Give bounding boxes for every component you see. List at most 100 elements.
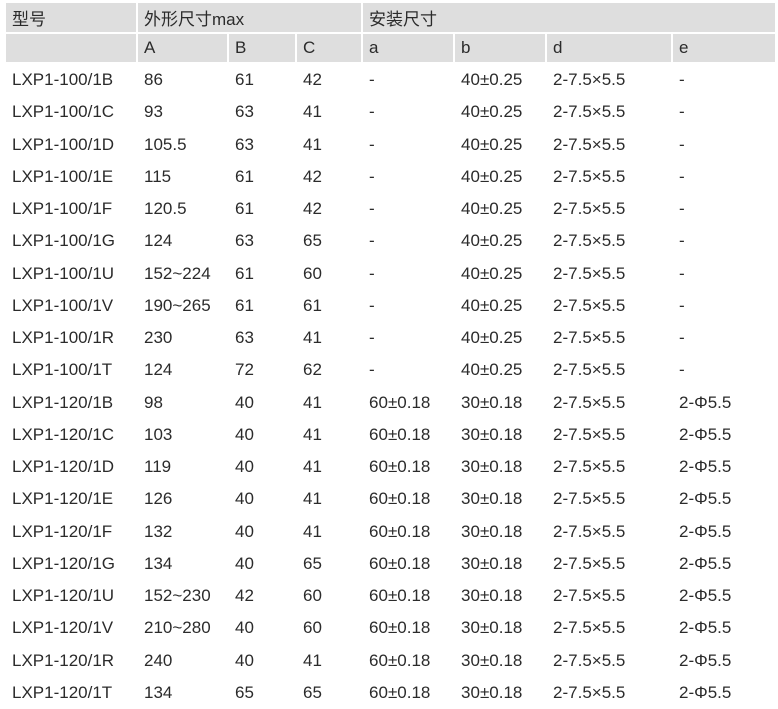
cell-b: 40±0.25 bbox=[461, 295, 523, 315]
table-row: LXP1-100/1U 152~224 61 60 - 40±0.25 2-7.5×5.5 - bbox=[6, 258, 775, 290]
cell-d: 2-7.5×5.5 bbox=[553, 295, 626, 315]
cell-e: - bbox=[679, 70, 685, 90]
cell-a: 60±0.18 bbox=[369, 424, 431, 444]
cell-b: 30±0.18 bbox=[461, 650, 523, 670]
cell-C: 60 bbox=[303, 618, 322, 638]
cell-C: 61 bbox=[303, 295, 322, 315]
cell-a: 60±0.18 bbox=[369, 521, 431, 541]
table-body: LXP1-100/1B 86 61 42-40±0.25 2-7.5×5.5- LXP1-… bbox=[6, 64, 775, 709]
cell-B: 40 bbox=[235, 424, 254, 444]
header-mounting-dimensions: 安装尺寸 bbox=[363, 3, 776, 34]
cell-B: 63 bbox=[235, 231, 254, 251]
table-row: LXP1-120/1T 134 65 65 60±0.18 30±0.18 2-7.5×5.… bbox=[6, 677, 775, 709]
column-header-d: d bbox=[547, 34, 674, 64]
cell-e: - bbox=[679, 263, 685, 283]
cell-C: 42 bbox=[303, 199, 322, 219]
cell-a: - bbox=[369, 134, 375, 154]
cell-e: 2-Φ5.5 bbox=[679, 618, 732, 638]
cell-b: 30±0.18 bbox=[461, 618, 523, 638]
table-row: LXP1-120/1D 119 40 41 60±0.18 30±0.18 2-7.5×5.… bbox=[6, 451, 775, 483]
cell-e: 2-Φ5.5 bbox=[679, 682, 732, 702]
cell-e: 2-Φ5.5 bbox=[679, 521, 732, 541]
cell-A: 134 bbox=[144, 682, 173, 702]
cell-B: 61 bbox=[235, 199, 254, 219]
cell-d: 2-7.5×5.5 bbox=[553, 199, 626, 219]
cell-B: 61 bbox=[235, 263, 254, 283]
cell-C: 41 bbox=[303, 134, 322, 154]
cell-a: - bbox=[369, 295, 375, 315]
cell-e: 2-Φ5.5 bbox=[679, 424, 732, 444]
cell-b: 40±0.25 bbox=[461, 134, 523, 154]
cell-B: 61 bbox=[235, 70, 254, 90]
cell-model: LXP1-100/1B bbox=[12, 70, 114, 90]
cell-b: 30±0.18 bbox=[461, 489, 523, 509]
header-column-row: A B C a b d e bbox=[6, 34, 776, 64]
cell-model: LXP1-120/1U bbox=[12, 586, 115, 606]
cell-A: 119 bbox=[144, 457, 172, 477]
cell-a: - bbox=[369, 231, 375, 251]
cell-A: 190~265 bbox=[144, 295, 211, 315]
cell-b: 40±0.25 bbox=[461, 70, 523, 90]
cell-a: 60±0.18 bbox=[369, 618, 431, 638]
cell-model: LXP1-100/1G bbox=[12, 231, 116, 251]
table-row: LXP1-100/1C 93 63 41 - 40±0.25 2-7.5×5.5 - bbox=[6, 96, 775, 128]
table-row: LXP1-120/1G 134 40 65 60±0.18 30±0.18 2-7.5×5.… bbox=[6, 548, 775, 580]
cell-C: 41 bbox=[303, 457, 322, 477]
cell-d: 2-7.5×5.5 bbox=[553, 618, 626, 638]
cell-a: 60±0.18 bbox=[369, 489, 431, 509]
cell-model: LXP1-100/1V bbox=[12, 295, 114, 315]
cell-B: 40 bbox=[235, 521, 254, 541]
cell-a: - bbox=[369, 70, 375, 90]
cell-d: 2-7.5×5.5 bbox=[553, 360, 626, 380]
cell-a: 60±0.18 bbox=[369, 553, 431, 573]
cell-model: LXP1-100/1T bbox=[12, 360, 113, 380]
cell-a: - bbox=[369, 199, 375, 219]
cell-d: 2-7.5×5.5 bbox=[553, 263, 626, 283]
cell-b: 40±0.25 bbox=[461, 360, 523, 380]
header-outer-dimensions: 外形尺寸max bbox=[138, 3, 364, 34]
table-row: LXP1-120/1C 103 40 41 60±0.18 30±0.18 2-7.5×5.… bbox=[6, 419, 775, 451]
table-row: LXP1-100/1E 115 61 42 - 40±0.25 2-7.5×5.5 - bbox=[6, 161, 775, 193]
cell-B: 42 bbox=[235, 586, 254, 606]
cell-e: - bbox=[679, 166, 685, 186]
cell-d: 2-7.5×5.5 bbox=[553, 489, 626, 509]
cell-C: 65 bbox=[303, 553, 322, 573]
cell-A: 105.5 bbox=[144, 134, 187, 154]
cell-A: 124 bbox=[144, 231, 173, 251]
cell-e: - bbox=[679, 295, 685, 315]
cell-A: 240 bbox=[144, 650, 173, 670]
cell-B: 40 bbox=[235, 553, 254, 573]
cell-C: 41 bbox=[303, 424, 322, 444]
table-row: LXP1-120/1E 126 40 41 60±0.18 30±0.18 2-7.5×5.… bbox=[6, 483, 775, 515]
cell-B: 63 bbox=[235, 134, 254, 154]
cell-b: 30±0.18 bbox=[461, 586, 523, 606]
cell-e: - bbox=[679, 134, 685, 154]
cell-a: - bbox=[369, 102, 375, 122]
cell-b: 30±0.18 bbox=[461, 553, 523, 573]
cell-A: 93 bbox=[144, 102, 163, 122]
cell-A: 124 bbox=[144, 360, 173, 380]
cell-d: 2-7.5×5.5 bbox=[553, 231, 626, 251]
cell-b: 40±0.25 bbox=[461, 199, 523, 219]
cell-a: 60±0.18 bbox=[369, 392, 431, 412]
cell-model: LXP1-120/1C bbox=[12, 424, 115, 444]
cell-B: 63 bbox=[235, 328, 254, 348]
cell-model: LXP1-100/1R bbox=[12, 328, 115, 348]
cell-model: LXP1-120/1F bbox=[12, 521, 113, 541]
cell-C: 65 bbox=[303, 682, 322, 702]
cell-A: 126 bbox=[144, 489, 173, 509]
table-row: LXP1-120/1B 98 40 41 60±0.18 30±0.18 2-7.5×5.5… bbox=[6, 387, 775, 419]
cell-B: 40 bbox=[235, 618, 254, 638]
cell-B: 40 bbox=[235, 392, 254, 412]
cell-e: - bbox=[679, 360, 685, 380]
cell-model: LXP1-120/1B bbox=[12, 392, 114, 412]
cell-A: 210~280 bbox=[144, 618, 211, 638]
cell-d: 2-7.5×5.5 bbox=[553, 650, 626, 670]
cell-A: 120.5 bbox=[144, 199, 187, 219]
cell-model: LXP1-120/1G bbox=[12, 553, 116, 573]
cell-C: 62 bbox=[303, 360, 322, 380]
cell-B: 72 bbox=[235, 360, 254, 380]
cell-C: 41 bbox=[303, 392, 322, 412]
cell-e: 2-Φ5.5 bbox=[679, 457, 732, 477]
cell-model: LXP1-100/1E bbox=[12, 166, 114, 186]
